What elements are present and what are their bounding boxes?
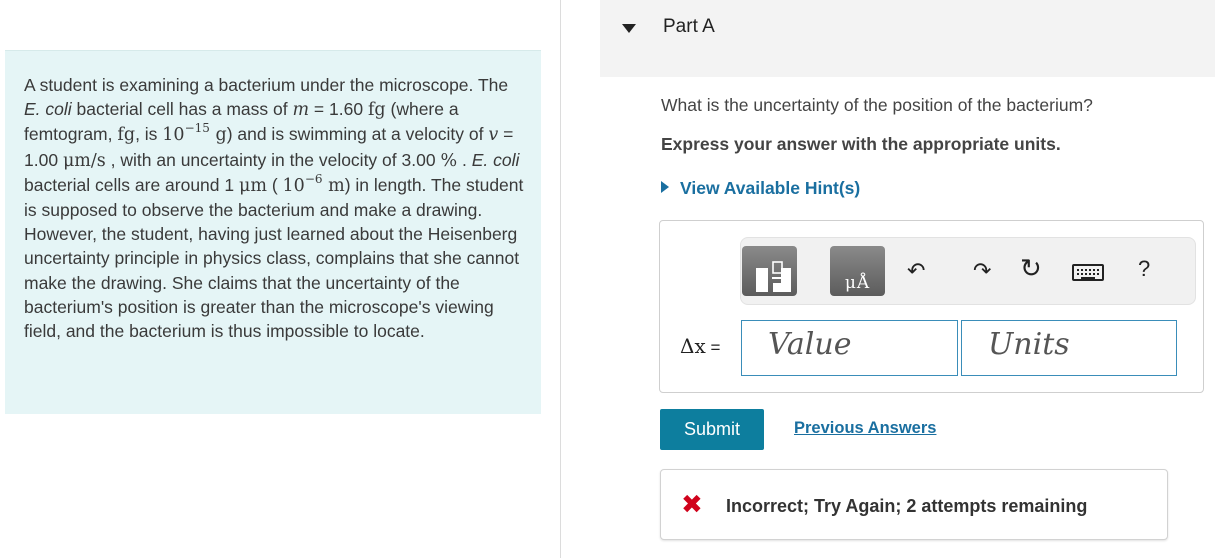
reset-icon[interactable]: ↻ [1020,255,1042,281]
caret-down-icon[interactable] [622,24,636,33]
equals-sign-2: = [498,124,514,145]
equals-sign: = [309,99,330,120]
exponent-minus-6: −6 [304,171,323,186]
percent-sign: % [440,150,458,171]
ecoli-term-2: E. coli [471,149,520,170]
view-hints-link[interactable]: View Available Hint(s) [661,178,860,199]
feedback-box: ✖ Incorrect; Try Again; 2 attempts remai… [660,469,1168,540]
length-value: 1 [224,174,235,195]
column-divider [560,0,561,558]
units-input[interactable]: Units [961,320,1177,376]
power-base-2: 10 [282,175,305,196]
problem-text-5: ) and is swimming at a velocity of [226,124,489,145]
mass-value: 1.60 [329,99,364,120]
meter-unit: m [328,175,345,196]
templates-button[interactable] [742,246,797,296]
paren-open: ( [266,174,283,195]
exponent-minus-15: −15 [184,121,210,136]
problem-text: A student is examining a bacterium under… [24,73,524,343]
power-base: 10 [162,125,185,146]
view-hints-label: View Available Hint(s) [680,178,861,198]
delta-x-equals: = [705,338,721,357]
math-toolbar: μÅ ↶ ↷ ↻ ? [740,237,1196,305]
redo-icon[interactable]: ↷ [973,260,991,282]
problem-text-7: . [457,149,472,170]
problem-text-4: , is [135,124,163,145]
question-text: What is the uncertainty of the position … [661,95,1093,115]
undo-icon[interactable]: ↶ [907,260,925,282]
instruction-text: Express your answer with the appropriate… [661,134,1061,154]
caret-right-icon [661,181,669,193]
problem-text-6: , with an uncertainty in the velocity of [105,149,402,170]
speed-unit: μm/s [62,150,106,171]
problem-text-9: ) in length. The student is supposed to … [24,174,524,342]
help-icon[interactable]: ? [1138,258,1150,280]
femtogram-unit: fg [117,125,136,146]
speed-value: 1.00 [24,149,59,170]
units-button[interactable]: μÅ [830,246,885,296]
velocity-symbol: v [488,125,499,146]
mass-symbol: m [292,100,310,121]
incorrect-x-icon: ✖ [681,490,703,520]
templates-icon [756,261,791,292]
problem-text-2: bacterial cell has a mass of [71,99,293,120]
keyboard-icon[interactable] [1072,264,1104,281]
problem-text-8: bacterial cells are around [24,174,225,195]
value-input[interactable]: Value [741,320,958,376]
mass-unit: fg [367,100,386,121]
delta-x-label: Δx = [680,334,720,359]
units-icon: μÅ [844,273,871,293]
feedback-text: Incorrect; Try Again; 2 attempts remaini… [726,496,1088,516]
ecoli-term: E. coli [24,99,72,120]
part-header[interactable]: Part A [600,0,1215,77]
gram-unit: g [215,125,227,146]
delta-x-symbol: Δx [680,334,706,358]
length-unit: μm [239,175,267,196]
uncertainty-value: 3.00 [401,149,436,170]
answer-box: μÅ ↶ ↷ ↻ ? Δx = Value Units [659,220,1204,393]
submit-button[interactable]: Submit [660,409,764,450]
problem-panel: A student is examining a bacterium under… [5,50,541,414]
problem-text-1: A student is examining a bacterium under… [24,75,509,95]
part-title: Part A [663,16,715,37]
previous-answers-link[interactable]: Previous Answers [794,419,936,438]
